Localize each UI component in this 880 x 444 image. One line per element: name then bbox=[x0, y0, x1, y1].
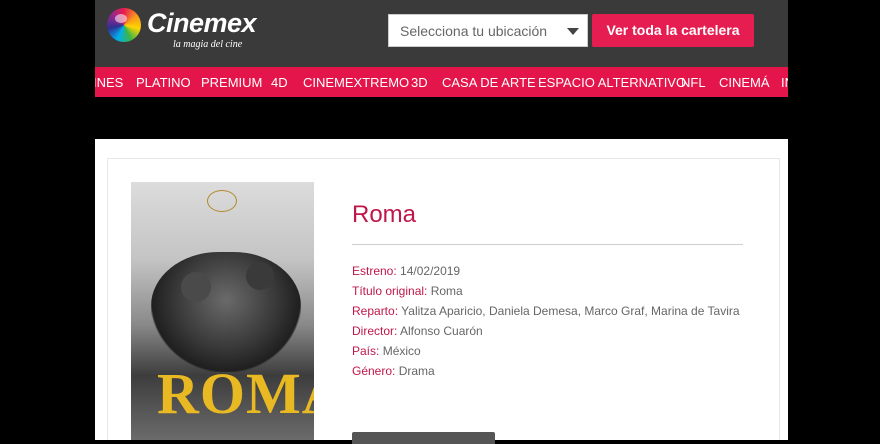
nav-item[interactable]: 3D bbox=[411, 75, 428, 90]
nav-item[interactable]: CINEMÁ bbox=[719, 75, 770, 90]
info-label: Título original: bbox=[352, 284, 428, 298]
banner-area bbox=[95, 97, 788, 139]
info-titulo-original: Título original: Roma bbox=[352, 284, 463, 298]
location-select-label: Selecciona tu ubicación bbox=[400, 23, 548, 39]
info-label: País: bbox=[352, 344, 380, 358]
nav-item[interactable]: 4D bbox=[271, 75, 288, 90]
movie-title: Roma bbox=[352, 201, 417, 228]
nav-item[interactable]: PLATINO bbox=[136, 75, 191, 90]
location-select[interactable]: Selecciona tu ubicación bbox=[388, 14, 588, 47]
poster-photo bbox=[151, 252, 301, 372]
info-value: Roma bbox=[430, 284, 463, 298]
logo-tagline: la magia del cine bbox=[173, 39, 243, 50]
category-nav: INES PLATINO PREMIUM 4D CINEMEXTREMO 3D … bbox=[95, 67, 788, 97]
cinemex-logo[interactable]: Cinemex la magia del cine bbox=[107, 6, 282, 54]
laurel-award-icon bbox=[207, 190, 237, 212]
info-director: Director: Alfonso Cuarón bbox=[352, 324, 483, 338]
nav-item[interactable]: PREMIUM bbox=[201, 75, 262, 90]
info-estreno: Estreno: 14/02/2019 bbox=[352, 264, 460, 278]
info-label: Género: bbox=[352, 364, 396, 378]
info-reparto: Reparto: Yalitza Aparicio, Daniela Demes… bbox=[352, 304, 740, 318]
info-genero: Género: Drama bbox=[352, 364, 435, 378]
info-value: Yalitza Aparicio, Daniela Demesa, Marco … bbox=[401, 304, 740, 318]
action-button[interactable] bbox=[352, 432, 495, 444]
info-value: 14/02/2019 bbox=[400, 264, 461, 278]
info-label: Director: bbox=[352, 324, 398, 338]
info-label: Reparto: bbox=[352, 304, 399, 318]
logo-ball-icon bbox=[107, 8, 141, 42]
info-value: México bbox=[382, 344, 421, 358]
logo-text: Cinemex bbox=[147, 8, 257, 38]
title-divider bbox=[352, 244, 743, 245]
nav-item[interactable]: ESPACIO ALTERNATIVO bbox=[538, 75, 686, 90]
chevron-down-icon bbox=[567, 28, 579, 35]
nav-item[interactable]: IN bbox=[781, 75, 788, 90]
info-pais: País: México bbox=[352, 344, 421, 358]
page: Cinemex la magia del cine Selecciona tu … bbox=[95, 0, 788, 440]
movie-poster: ROMA bbox=[131, 182, 314, 440]
header: Cinemex la magia del cine Selecciona tu … bbox=[95, 0, 788, 67]
poster-title: ROMA bbox=[157, 361, 314, 426]
info-value: Drama bbox=[398, 364, 435, 378]
nav-item[interactable]: CINEMEXTREMO bbox=[303, 75, 409, 90]
info-value: Alfonso Cuarón bbox=[400, 324, 483, 338]
nav-item[interactable]: NFL bbox=[681, 75, 706, 90]
ver-cartelera-button[interactable]: Ver toda la cartelera bbox=[592, 14, 754, 47]
nav-item[interactable]: CASA DE ARTE bbox=[442, 75, 536, 90]
nav-item[interactable]: INES bbox=[95, 75, 123, 90]
info-label: Estreno: bbox=[352, 264, 397, 278]
